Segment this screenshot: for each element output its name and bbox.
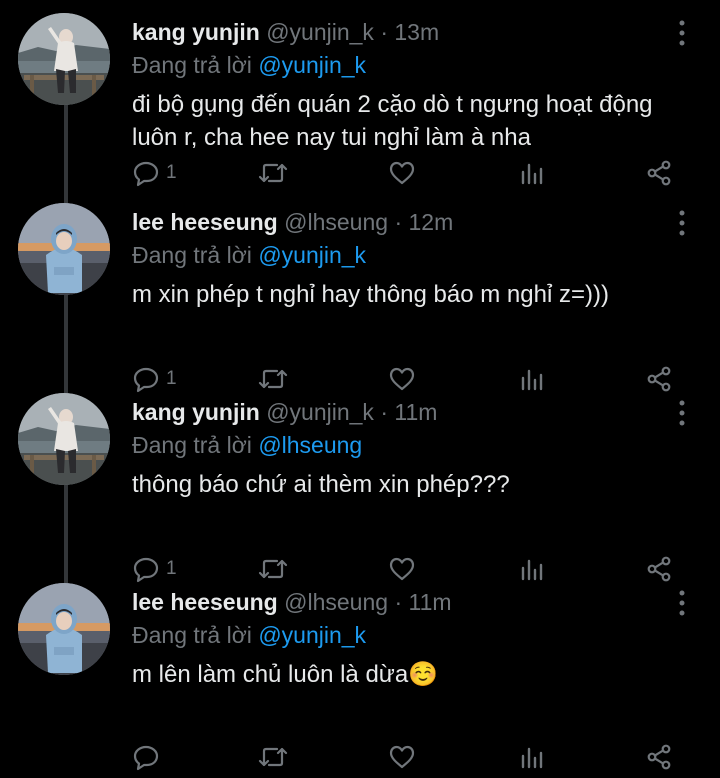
avatar-photo [18, 583, 110, 675]
avatar-photo [18, 13, 110, 105]
retweet-icon [258, 747, 288, 767]
replying-to: Đang trả lời @yunjin_k [132, 620, 366, 650]
timestamp[interactable]: 12m [409, 209, 454, 235]
retweet-button[interactable] [258, 158, 288, 188]
replying-to: Đang trả lời @yunjin_k [132, 240, 366, 270]
share-button[interactable] [646, 742, 674, 772]
separator: · [380, 19, 388, 45]
tweet-header: lee heeseung @lhseung · 12m [132, 207, 453, 237]
tweet-header: lee heeseung @lhseung · 11m [132, 587, 452, 617]
author-handle[interactable]: @yunjin_k [266, 399, 374, 425]
replying-label: Đang trả lời [132, 242, 252, 268]
mention-link[interactable]: @yunjin_k [258, 52, 366, 78]
thread-line [64, 570, 68, 583]
more-options-icon[interactable] [672, 17, 692, 49]
reply-icon [133, 161, 159, 187]
replying-label: Đang trả lời [132, 622, 252, 648]
reply-button[interactable] [132, 742, 166, 772]
timestamp[interactable]: 13m [394, 19, 439, 45]
like-button[interactable] [388, 742, 416, 772]
tweet-text: m xin phép t nghỉ hay thông báo m nghỉ z… [132, 281, 609, 308]
retweet-button[interactable] [258, 742, 288, 772]
author-name[interactable]: lee heeseung [132, 209, 278, 235]
author-name[interactable]: kang yunjin [132, 19, 260, 45]
reply-button[interactable]: 1 [132, 158, 177, 188]
separator: · [394, 589, 403, 615]
more-options-icon[interactable] [672, 397, 692, 429]
analytics-button[interactable] [518, 158, 546, 188]
replying-label: Đang trả lời [132, 52, 252, 78]
mention-link[interactable]: @yunjin_k [258, 622, 366, 648]
retweet-icon [258, 163, 288, 183]
thread-line [64, 190, 68, 203]
avatar[interactable] [18, 583, 110, 675]
avatar[interactable] [18, 13, 110, 105]
thread-line [64, 380, 68, 393]
tweet-3[interactable]: kang yunjin @yunjin_k · 11m Đang trả lời… [0, 380, 720, 583]
mention-link[interactable]: @lhseung [258, 432, 362, 458]
tweet-header: kang yunjin @yunjin_k · 11m [132, 397, 437, 427]
like-button[interactable] [388, 158, 416, 188]
avatar[interactable] [18, 393, 110, 485]
replying-to: Đang trả lời @yunjin_k [132, 50, 366, 80]
reply-count: 1 [166, 162, 177, 183]
author-name[interactable]: lee heeseung [132, 589, 278, 615]
action-bar: 1 [0, 158, 720, 188]
reply-icon [133, 745, 159, 771]
more-options-icon[interactable] [672, 587, 692, 619]
author-handle[interactable]: @lhseung [284, 209, 388, 235]
author-handle[interactable]: @lhseung [284, 589, 388, 615]
mention-link[interactable]: @yunjin_k [258, 242, 366, 268]
share-icon [647, 744, 671, 770]
separator: · [394, 209, 403, 235]
author-name[interactable]: kang yunjin [132, 399, 260, 425]
analytics-icon [521, 747, 543, 769]
timestamp[interactable]: 11m [409, 589, 452, 615]
tweet-1[interactable]: kang yunjin @yunjin_k · 13m Đang trả lời… [0, 0, 720, 190]
tweet-text: đi bộ gụng đến quán 2 cặo dò t ngưng hoạ… [132, 91, 653, 151]
analytics-icon [521, 163, 543, 185]
analytics-button[interactable] [518, 742, 546, 772]
share-button[interactable] [646, 158, 674, 188]
like-icon [389, 161, 415, 185]
replying-label: Đang trả lời [132, 432, 252, 458]
tweet-text: thông báo chứ ai thèm xin phép??? [132, 471, 510, 498]
share-icon [647, 160, 671, 186]
author-handle[interactable]: @yunjin_k [266, 19, 374, 45]
avatar-photo [18, 393, 110, 485]
separator: · [380, 399, 388, 425]
avatar-photo [18, 203, 110, 295]
replying-to: Đang trả lời @lhseung [132, 430, 362, 460]
like-icon [389, 745, 415, 769]
more-options-icon[interactable] [672, 207, 692, 239]
tweet-4[interactable]: lee heeseung @lhseung · 11m Đang trả lời… [0, 570, 720, 778]
tweet-text: m lên làm chủ luôn là dừa☺️ [132, 661, 439, 688]
avatar[interactable] [18, 203, 110, 295]
action-bar [0, 742, 720, 772]
tweet-header: kang yunjin @yunjin_k · 13m [132, 17, 439, 47]
timestamp[interactable]: 11m [394, 399, 437, 425]
tweet-2[interactable]: lee heeseung @lhseung · 12m Đang trả lời… [0, 190, 720, 393]
